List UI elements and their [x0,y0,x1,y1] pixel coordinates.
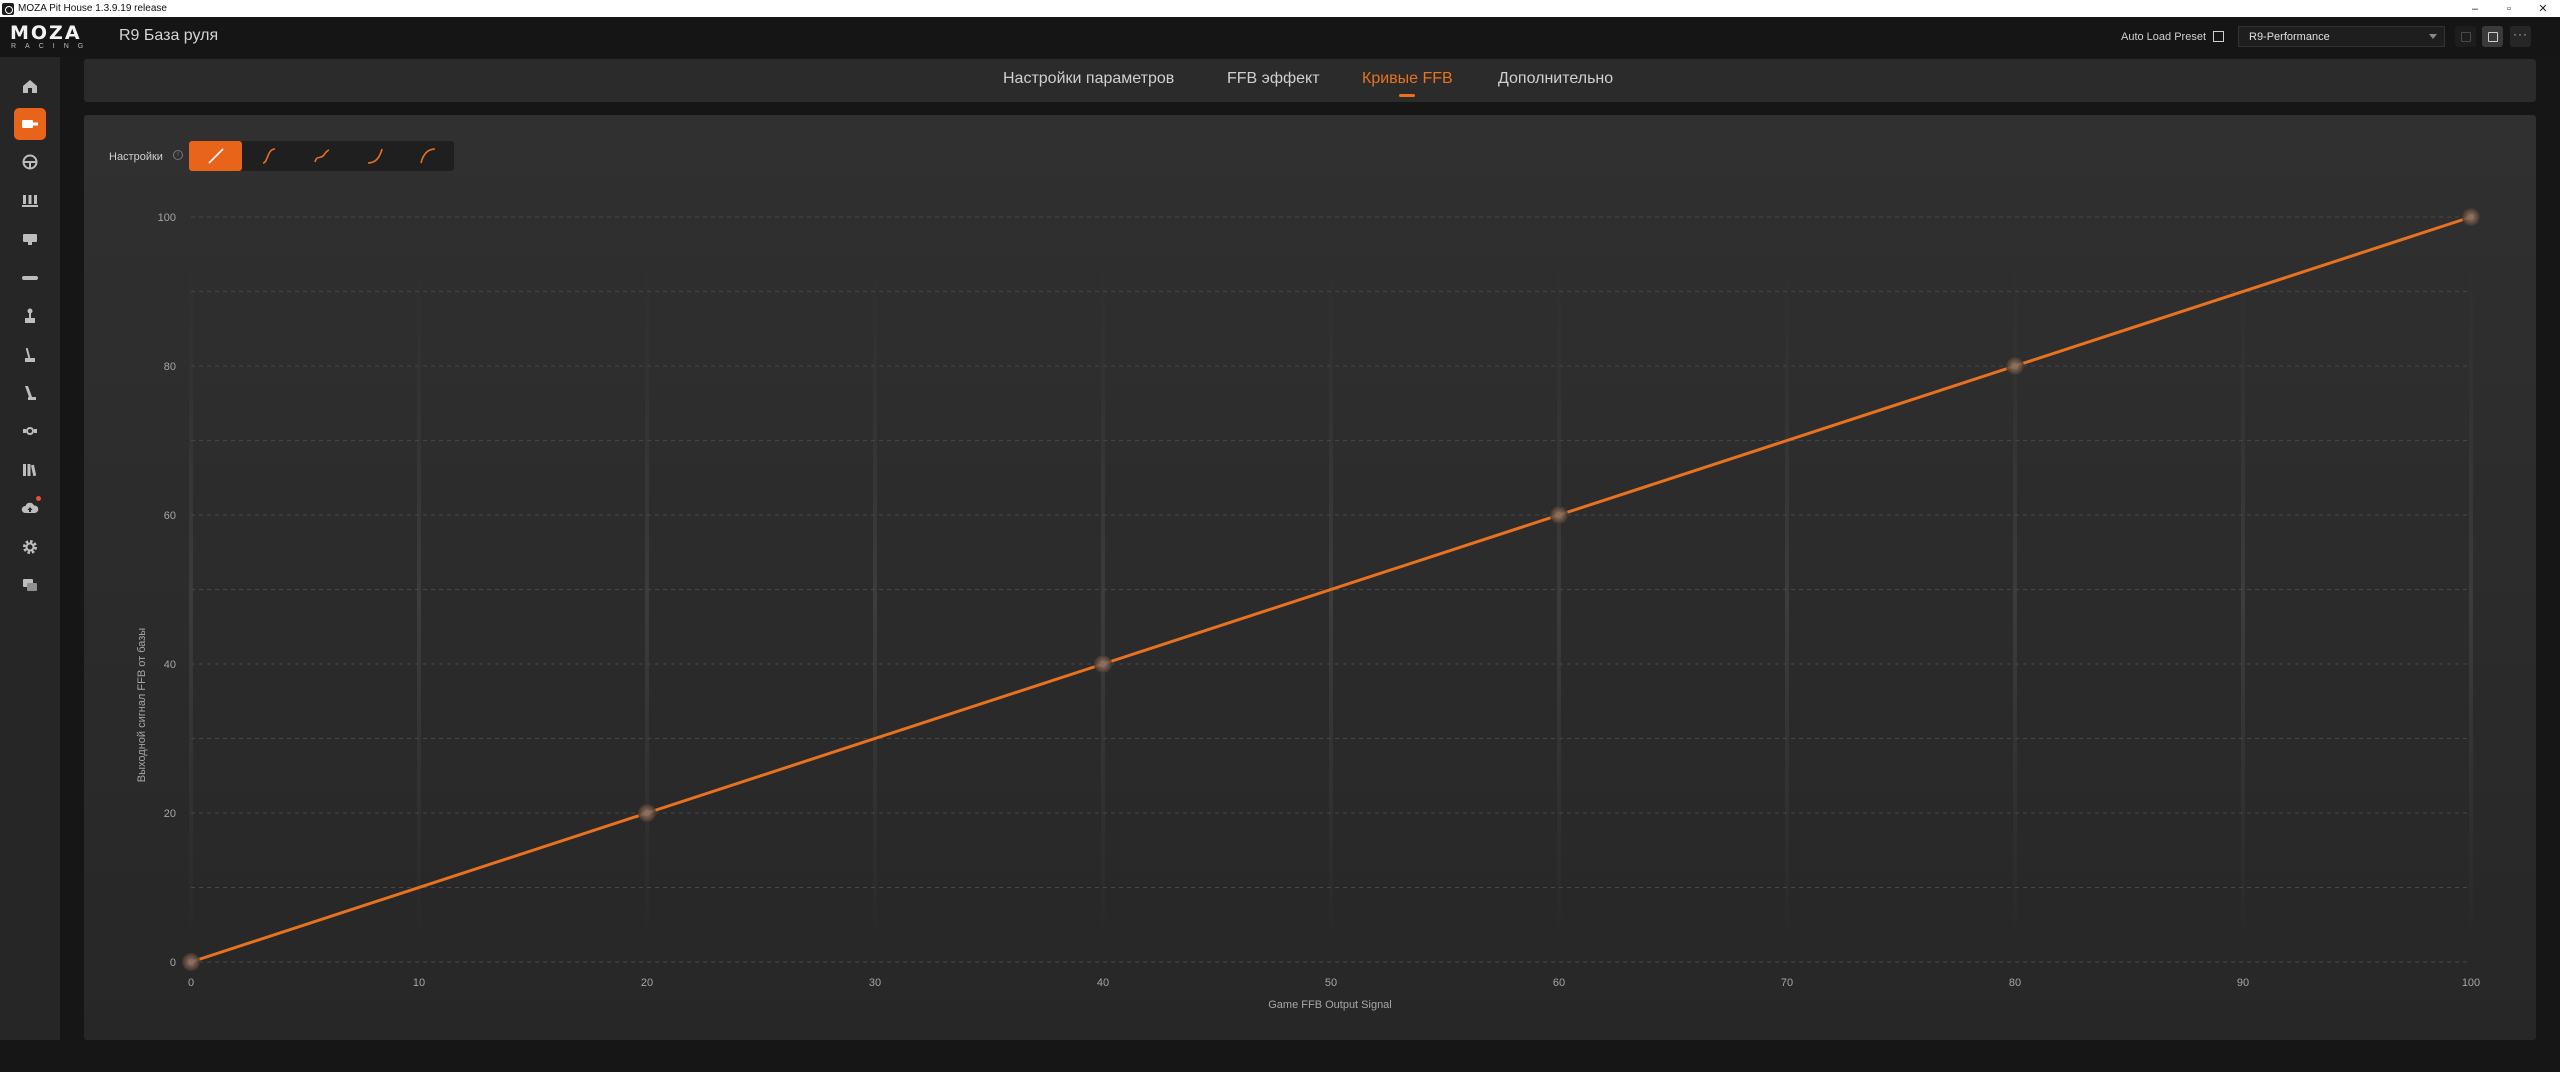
vertical-grid-line-10 [417,262,421,942]
more-icon: ··· [2513,27,2528,41]
sidebar [0,57,60,1040]
y-axis-ticks: 0 20 40 60 80 100 [158,212,176,969]
vertical-grid-line-40 [1101,262,1105,942]
x-tick-label: 70 [1781,977,1793,989]
y-tick-label: 60 [164,510,176,522]
x-tick-label: 40 [1097,977,1109,989]
shifter-icon [25,308,35,323]
save-button[interactable] [2482,26,2503,47]
device-title: R9 База руля [119,27,219,44]
close-button[interactable]: ✕ [2526,0,2560,17]
vertical-grid-line-50 [1329,262,1333,942]
wheelbase-icon [22,120,38,128]
curve-control-point[interactable] [182,953,200,971]
y-tick-label: 80 [164,361,176,373]
cloud-update-icon [21,502,39,513]
home-icon [23,80,37,93]
vertical-grid-line-100 [2469,262,2473,942]
auto-load-preset-checkbox[interactable] [2213,31,2224,42]
dashboard-icon [23,234,37,245]
active-tab-indicator [1399,94,1416,97]
sidebar-item-pedals[interactable] [14,185,46,217]
ffb-curve-panel: Настройки i 0 20 40 60 80 100 0 10 20 30… [84,115,2536,1040]
x-tick-label: 60 [1553,977,1565,989]
preset-select[interactable]: R9-Performance [2238,26,2445,47]
x-axis-ticks: 0 10 20 30 40 50 60 70 80 90 100 [188,977,2480,989]
sidebar-item-home[interactable] [14,70,46,102]
curve-control-point[interactable] [638,804,656,822]
sidebar-item-wheelbase[interactable] [14,108,46,140]
sidebar-item-settings[interactable] [14,531,46,563]
auto-load-preset-label: Auto Load Preset [2121,31,2207,43]
notification-dot [36,496,41,501]
y-tick-label: 100 [158,212,176,224]
y-tick-label: 0 [170,957,176,969]
settings-gear-icon [23,540,37,554]
x-tick-label: 80 [2009,977,2021,989]
tab-ffb-effect[interactable]: FFB эффект [1227,70,1320,88]
sidebar-item-library[interactable] [14,454,46,486]
vertical-grid-line-90 [2241,262,2245,942]
x-tick-label: 20 [641,977,653,989]
save-icon [2487,31,2498,42]
tab-ffb-curves[interactable]: Кривые FFB [1362,70,1453,97]
sidebar-item-accessory[interactable] [14,415,46,447]
sidebar-item-handbrake[interactable] [14,262,46,294]
moza-logo: MOZA RACING [10,22,93,51]
ffb-curve-chart[interactable]: 0 20 40 60 80 100 0 10 20 30 40 50 60 70 80 90 100 [84,115,2536,1040]
tab-bar: Настройки параметров FFB эффект Кривые F… [84,59,2536,102]
chart-vertical-grid [189,262,2473,942]
curve-control-point[interactable] [1094,655,1112,673]
sidebar-item-sequential-shifter[interactable] [14,339,46,371]
save-as-icon [2460,31,2471,42]
x-tick-label: 0 [188,977,194,989]
sidebar-item-steering-wheel[interactable] [14,146,46,178]
x-tick-label: 100 [2462,977,2480,989]
vertical-grid-line-20 [645,262,649,942]
sequential-shifter-icon [25,347,35,362]
app-icon [2,2,14,15]
tab-parameter-settings[interactable]: Настройки параметров [1003,70,1174,88]
steering-wheel-icon [22,154,38,170]
vertical-grid-line-30 [873,262,877,942]
sidebar-item-cloud-update[interactable] [14,492,46,524]
x-tick-label: 10 [413,977,425,989]
sidebar-item-shifter[interactable] [14,300,46,332]
vertical-grid-line-60 [1557,262,1561,942]
sidebar-item-lever[interactable] [14,377,46,409]
more-options-button[interactable]: ··· [2510,26,2531,47]
sidebar-item-support[interactable] [14,569,46,601]
save-as-button[interactable] [2455,26,2476,47]
y-tick-label: 20 [164,808,176,820]
app-header: MOZA RACING R9 База руля Auto Load Prese… [0,17,2560,57]
accessory-icon [23,427,37,435]
x-axis-label: Game FFB Output Signal [1268,999,1392,1011]
support-chat-icon [23,579,37,591]
x-tick-label: 30 [869,977,881,989]
handbrake-icon [22,276,38,280]
preset-select-value: R9-Performance [2249,31,2330,43]
pedals-icon [22,195,38,207]
chevron-down-icon [2429,34,2437,39]
x-tick-label: 90 [2237,977,2249,989]
lever-icon [25,386,36,400]
x-tick-label: 50 [1325,977,1337,989]
y-tick-label: 40 [164,659,176,671]
window-title-bar: MOZA Pit House 1.3.9.19 release – ▫ ✕ [0,0,2560,17]
vertical-grid-line-70 [1785,262,1789,942]
curve-control-point[interactable] [2006,357,2024,375]
maximize-button[interactable]: ▫ [2492,0,2526,17]
curve-control-point[interactable] [1550,506,1568,524]
library-icon [23,464,37,477]
curve-control-point[interactable] [2462,208,2480,226]
sidebar-item-dashboard[interactable] [14,223,46,255]
minimize-button[interactable]: – [2458,0,2492,17]
vertical-grid-line-0 [189,262,193,942]
tab-advanced[interactable]: Дополнительно [1498,70,1613,88]
window-title: MOZA Pit House 1.3.9.19 release [18,3,167,14]
